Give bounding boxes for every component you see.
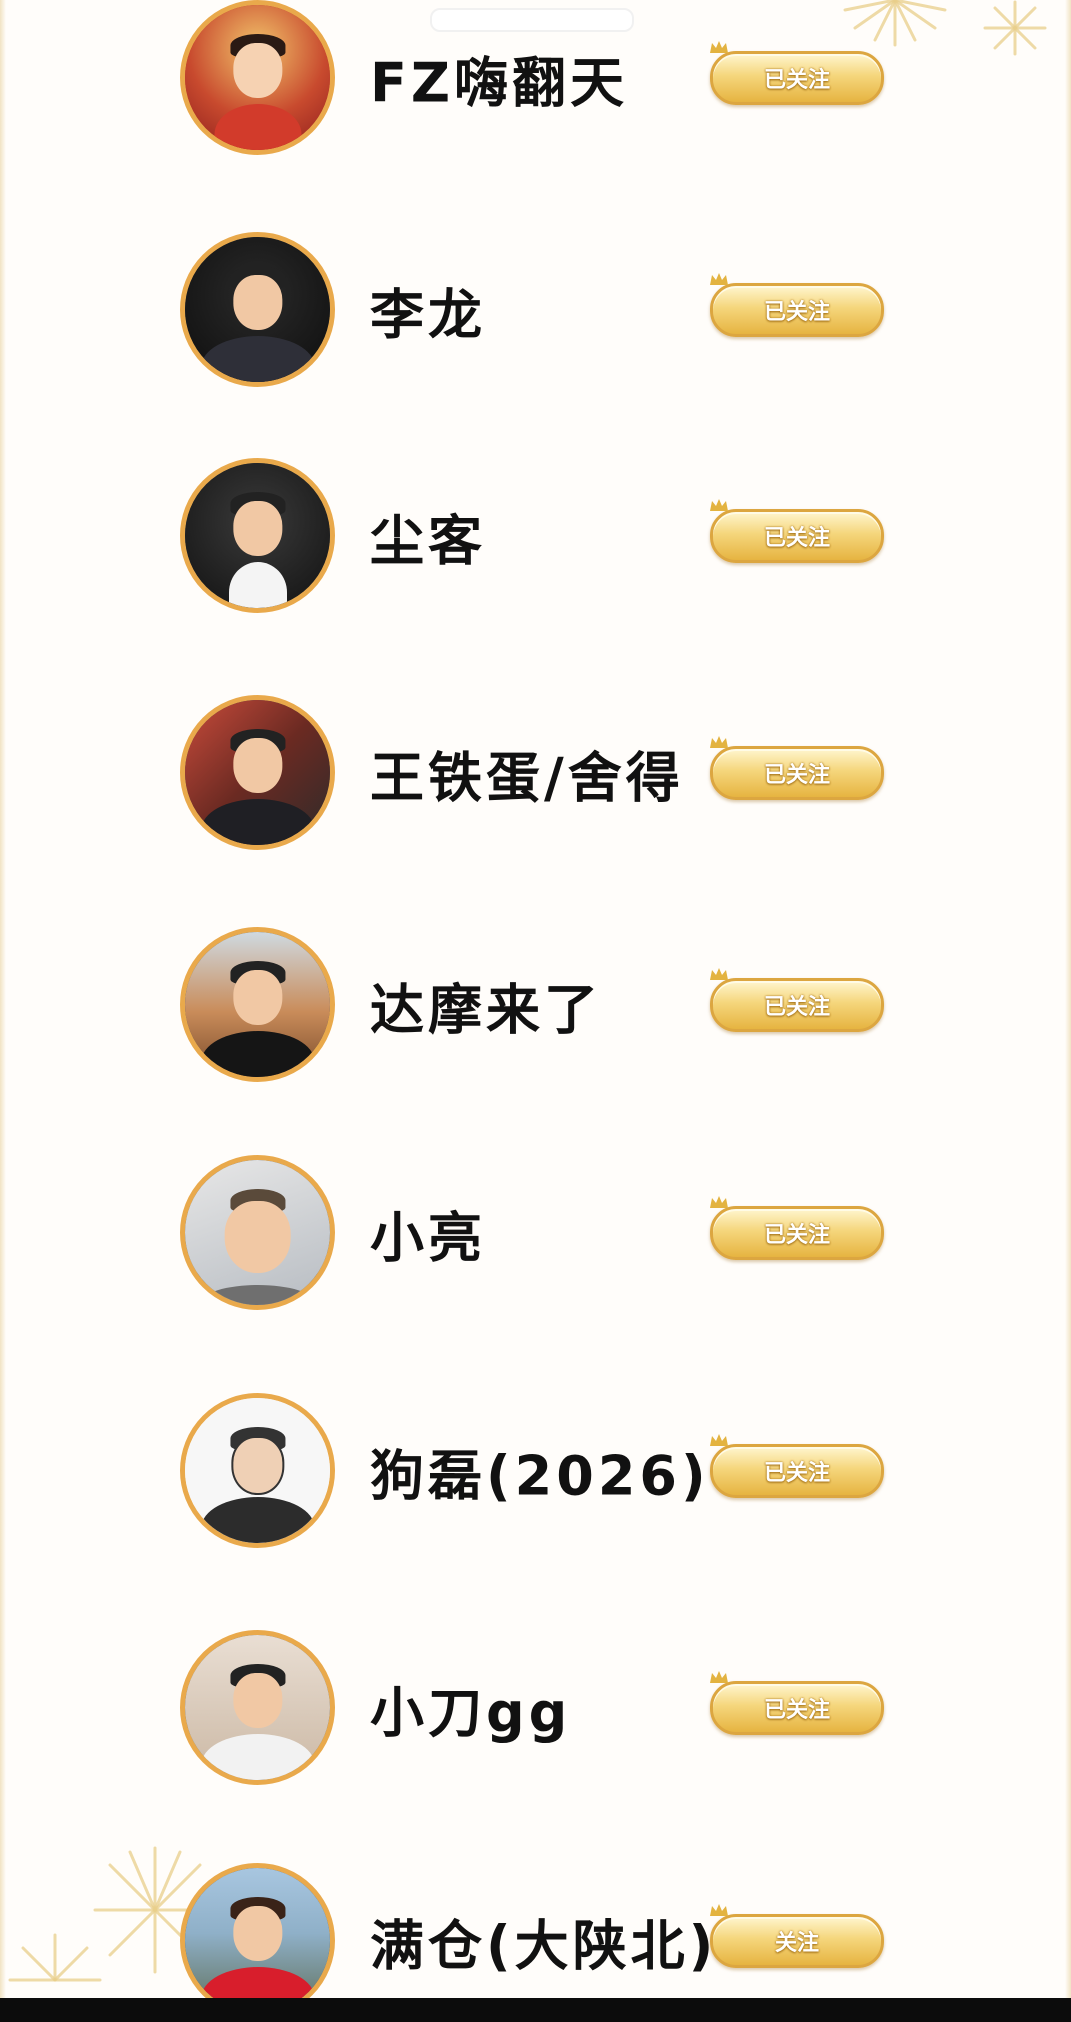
following-button[interactable]: 已关注 — [710, 1433, 884, 1498]
following-button[interactable]: 已关注 — [710, 272, 884, 337]
user-name: 尘客 — [370, 509, 486, 572]
user-name: 达摩来了 — [370, 978, 602, 1041]
user-name: 小刀gg — [370, 1681, 572, 1744]
button-label: 已关注 — [763, 762, 830, 788]
list-item[interactable]: 尘客 已关注 — [180, 458, 900, 613]
left-border — [0, 0, 6, 2022]
crown-icon — [710, 1195, 728, 1208]
list-item[interactable]: FZ嗨翻天 已关注 — [180, 0, 900, 155]
following-button[interactable]: 已关注 — [710, 967, 884, 1032]
man-cartoon-avatar-icon[interactable] — [180, 1393, 335, 1548]
right-border — [1065, 0, 1071, 2022]
button-label: 关注 — [774, 1930, 819, 1956]
man-mirror-avatar-icon[interactable] — [180, 1630, 335, 1785]
following-button[interactable]: 已关注 — [710, 498, 884, 563]
button-label: 已关注 — [763, 67, 830, 93]
user-name: 满仓(大陕北) — [370, 1914, 718, 1977]
crown-icon — [710, 498, 728, 511]
crown-icon — [710, 40, 728, 53]
woman-red-dress-avatar-icon[interactable] — [180, 1863, 335, 2018]
baby-figurine-avatar-icon[interactable] — [180, 0, 335, 155]
button-label: 已关注 — [763, 299, 830, 325]
user-name: 小亮 — [370, 1206, 486, 1269]
crown-icon — [710, 1670, 728, 1683]
list-item[interactable]: 狗磊(2026) 已关注 — [180, 1393, 900, 1548]
man-desert-avatar-icon[interactable] — [180, 927, 335, 1082]
crown-icon — [710, 272, 728, 285]
button-label: 已关注 — [763, 525, 830, 551]
man-sunglasses-avatar-icon[interactable] — [180, 695, 335, 850]
list-item[interactable]: 李龙 已关注 — [180, 232, 900, 387]
following-button[interactable]: 已关注 — [710, 735, 884, 800]
user-name: 狗磊(2026) — [370, 1444, 710, 1507]
list-item[interactable]: 满仓(大陕北) 关注 — [180, 1863, 900, 2018]
list-item[interactable]: 达摩来了 已关注 — [180, 927, 900, 1082]
button-label: 已关注 — [763, 1460, 830, 1486]
crown-icon — [710, 1433, 728, 1446]
user-name: 李龙 — [370, 283, 486, 346]
following-button[interactable]: 已关注 — [710, 1670, 884, 1735]
button-label: 已关注 — [763, 994, 830, 1020]
follow-button[interactable]: 关注 — [710, 1903, 884, 1968]
crown-icon — [710, 735, 728, 748]
user-name: FZ嗨翻天 — [370, 51, 629, 114]
firework-top-corner-icon — [983, 0, 1047, 56]
list-item[interactable]: 王铁蛋/舍得 已关注 — [180, 695, 900, 850]
list-item[interactable]: 小刀gg 已关注 — [180, 1630, 900, 1785]
bottom-bar — [0, 1998, 1071, 2022]
user-name: 王铁蛋/舍得 — [370, 746, 684, 809]
crown-icon — [710, 1903, 728, 1916]
man-suit-avatar-icon[interactable] — [180, 232, 335, 387]
man-bowtie-avatar-icon[interactable] — [180, 458, 335, 613]
man-selfie-avatar-icon[interactable] — [180, 1155, 335, 1310]
button-label: 已关注 — [763, 1222, 830, 1248]
following-button[interactable]: 已关注 — [710, 1195, 884, 1260]
following-button[interactable]: 已关注 — [710, 40, 884, 105]
button-label: 已关注 — [763, 1697, 830, 1723]
list-item[interactable]: 小亮 已关注 — [180, 1155, 900, 1310]
crown-icon — [710, 967, 728, 980]
